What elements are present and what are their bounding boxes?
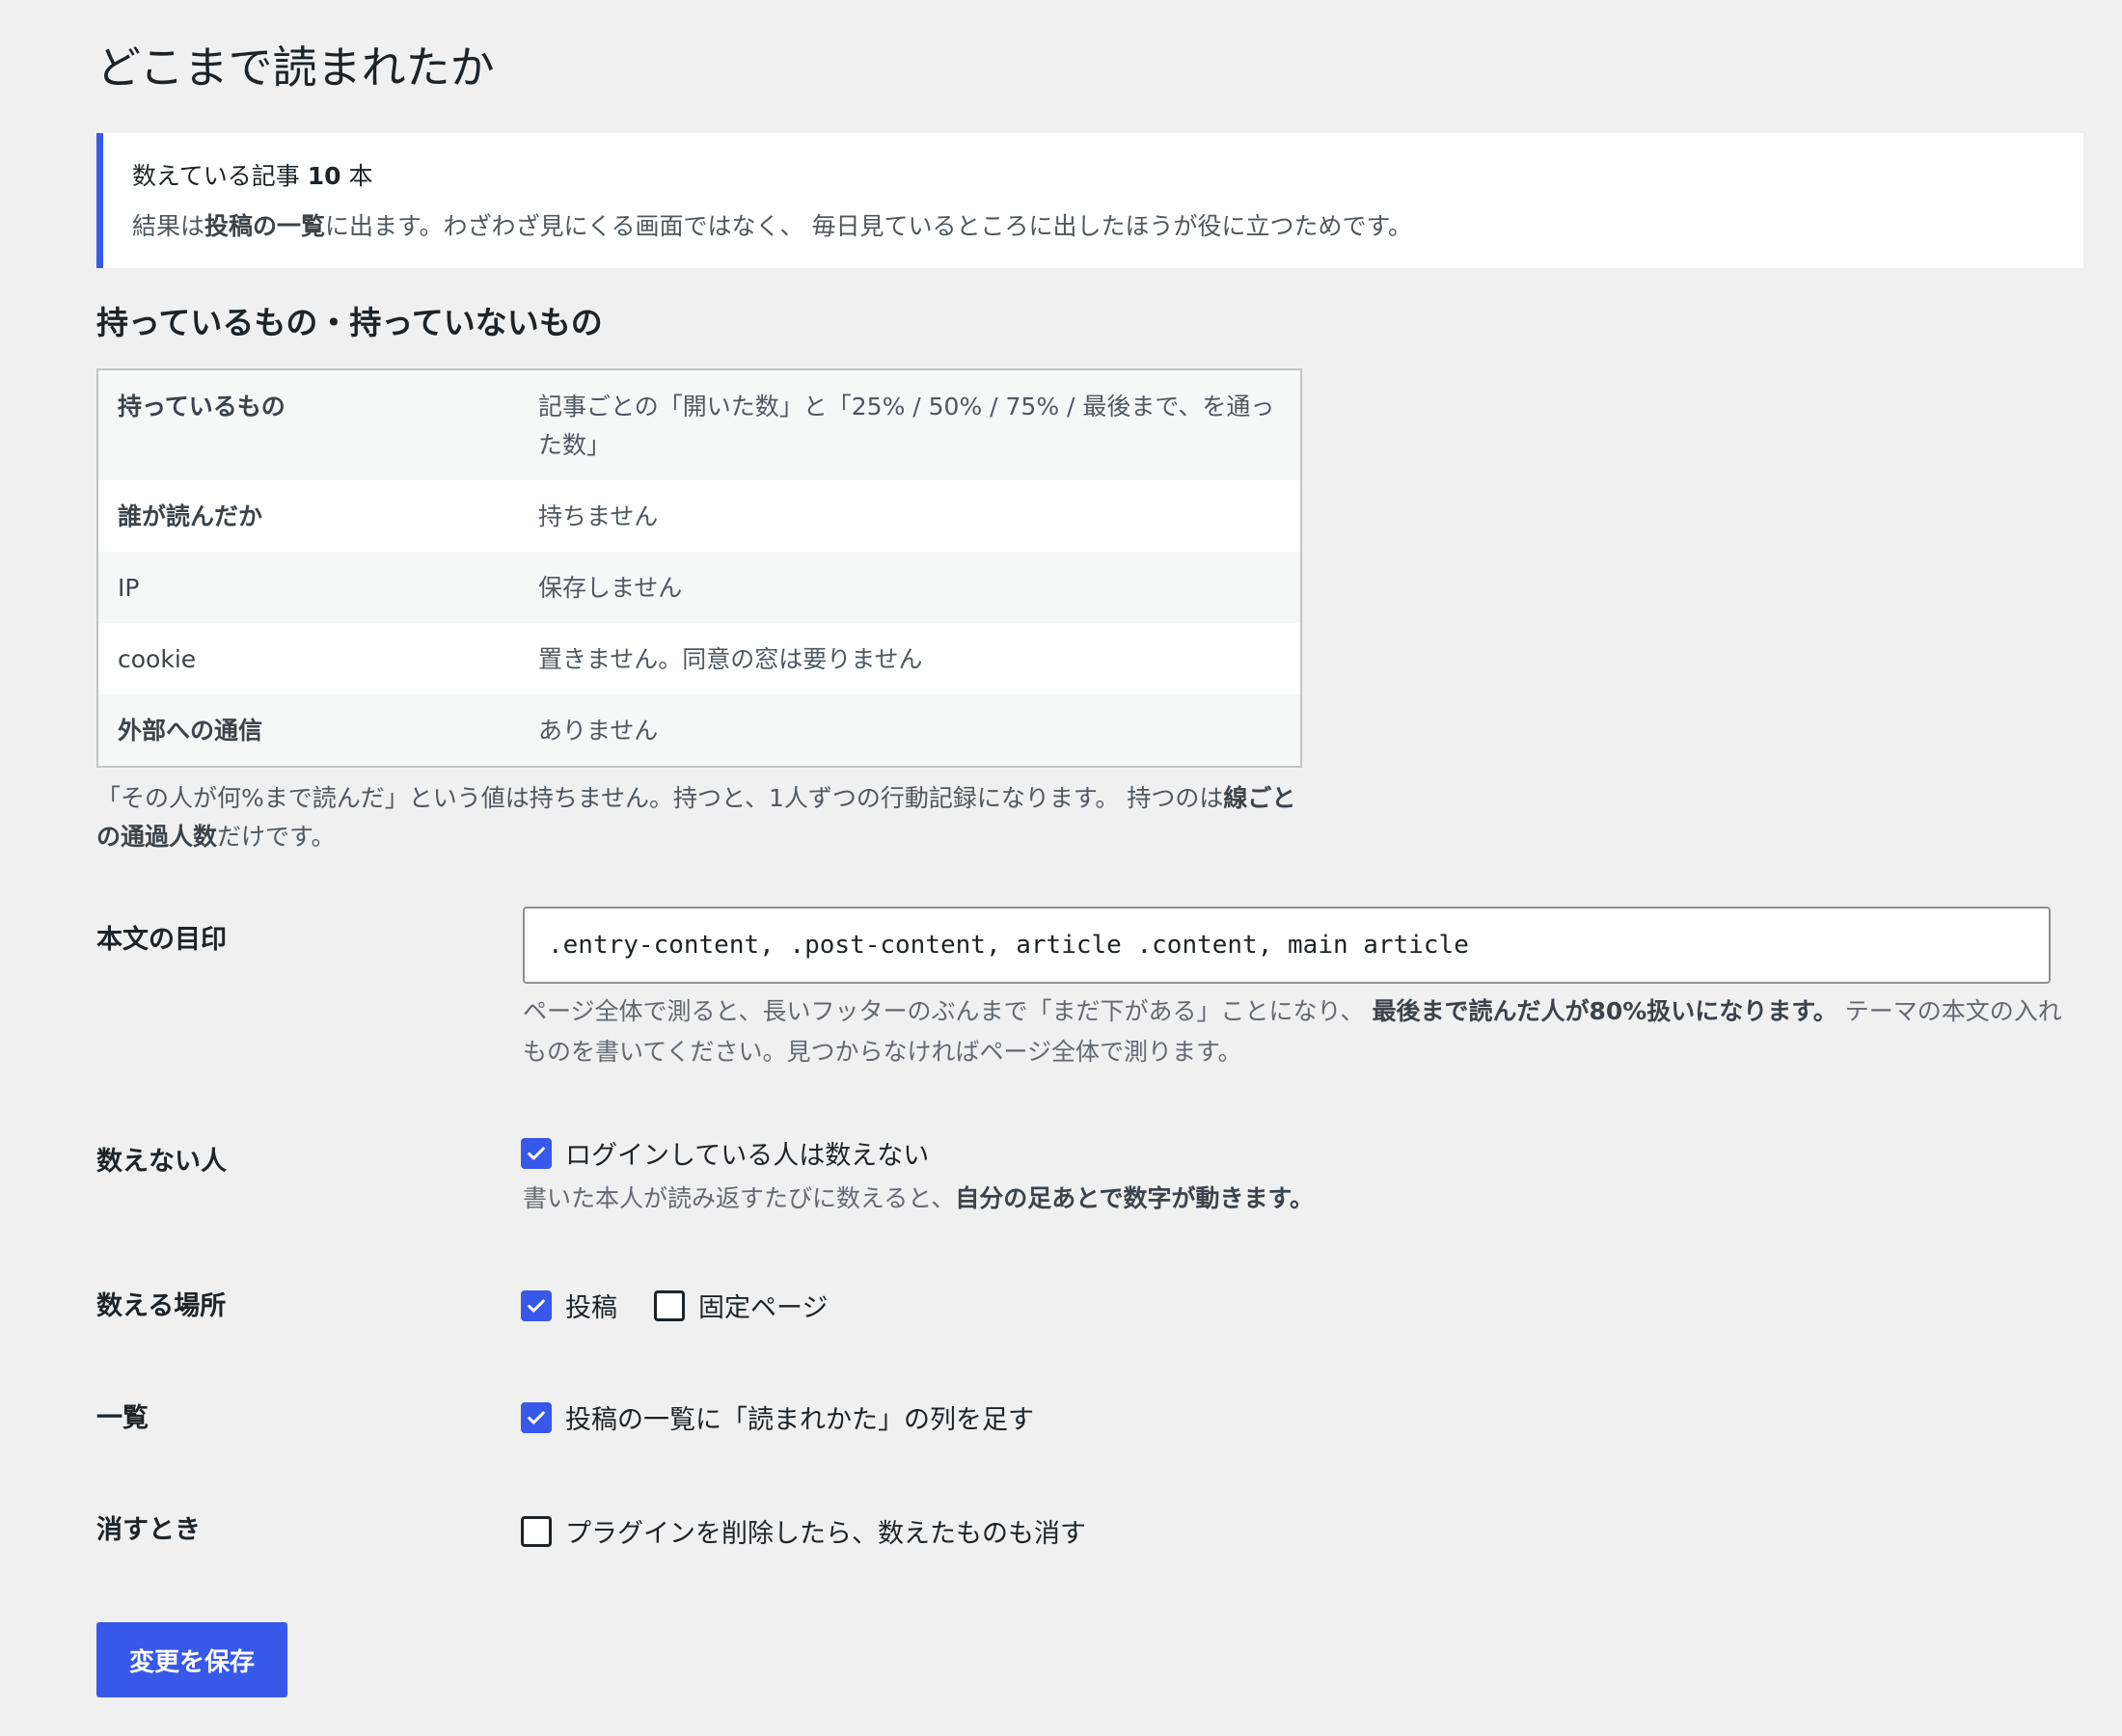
data-table: 持っているもの 記事ごとの「開いた数」と「25% / 50% / 75% / 最… [96, 368, 1302, 768]
table-value: 持ちません [538, 502, 659, 530]
exclude-logged-in-option[interactable]: ログインしている人は数えない [521, 1134, 929, 1172]
locations-label: 数える場所 [96, 1291, 227, 1321]
table-value: 保存しません [538, 574, 683, 602]
exclude-help: 書いた本人が読み返すたびに数えると、自分の足あとで数字が動きます。 [523, 1179, 1314, 1219]
tracked-count: 数えている記事 10 本 [132, 160, 2083, 193]
exclude-logged-in-label[interactable]: ログインしている人は数えない [565, 1134, 929, 1172]
tracked-count-number: 10 [307, 162, 341, 190]
notice-description: 結果は投稿の一覧に出ます。わざわざ見にくる画面ではなく、 毎日見ているところに出… [132, 210, 2083, 243]
list-column-label[interactable]: 投稿の一覧に「読まれかた」の列を足す [565, 1398, 1034, 1436]
location-option-pages[interactable]: 固定ページ [654, 1287, 828, 1324]
exclude-logged-in-checkbox[interactable] [521, 1137, 552, 1169]
location-pages-checkbox[interactable] [654, 1289, 685, 1321]
content-selector-help-bold: 最後まで読んだ人が80%扱いになります。 [1372, 997, 1837, 1025]
tracked-count-prefix: 数えている記事 [132, 162, 308, 190]
settings-page: どこまで読まれたか 数えている記事 10 本 結果は投稿の一覧に出ます。わざわざ… [0, 0, 2122, 1736]
table-value: ありません [538, 717, 659, 745]
uninstall-delete-checkbox[interactable] [521, 1515, 552, 1547]
list-label: 一覧 [96, 1403, 149, 1433]
exclude-label: 数えない人 [96, 1147, 227, 1177]
uninstall-label: 消すとき [96, 1515, 201, 1545]
checkmark-icon [528, 1410, 545, 1424]
list-column-checkbox[interactable] [521, 1401, 552, 1433]
content-selector-help: ページ全体で測ると、長いフッターのぶんまで「まだ下がある」ことになり、 最後まで… [523, 991, 2066, 1072]
table-row: 外部への通信 ありません [98, 694, 1300, 766]
table-row: 持っているもの 記事ごとの「開いた数」と「25% / 50% / 75% / 最… [98, 370, 1300, 480]
table-row: IP 保存しません [98, 552, 1300, 623]
table-note-pre: 「その人が何%まで読んだ」という値は持ちません。持つと、1人ずつの行動記録になり… [96, 784, 1224, 812]
table-row: 誰が読んだか 持ちません [98, 480, 1300, 552]
content-selector-help-pre: ページ全体で測ると、長いフッターのぶんまで「まだ下がある」ことになり、 [523, 997, 1373, 1025]
location-posts-checkbox[interactable] [521, 1289, 552, 1321]
notice-desc-bold: 投稿の一覧 [204, 212, 326, 240]
table-value: 記事ごとの「開いた数」と「25% / 50% / 75% / 最後まで、を通った… [538, 393, 1275, 459]
save-button[interactable]: 変更を保存 [96, 1622, 287, 1697]
table-key: 誰が読んだか [118, 502, 263, 530]
info-notice: 数えている記事 10 本 結果は投稿の一覧に出ます。わざわざ見にくる画面ではなく… [96, 133, 2083, 268]
exclude-help-pre: 書いた本人が読み返すたびに数えると、 [523, 1184, 956, 1212]
table-key: 持っているもの [118, 393, 286, 420]
data-section-heading: 持っているもの・持っていないもの [96, 304, 603, 341]
table-note-post: だけです。 [217, 823, 336, 851]
uninstall-delete-option[interactable]: プラグインを削除したら、数えたものも消す [521, 1512, 1086, 1550]
list-column-option[interactable]: 投稿の一覧に「読まれかた」の列を足す [521, 1398, 1034, 1436]
table-row: cookie 置きません。同意の窓は要りません [98, 623, 1300, 694]
content-selector-label: 本文の目印 [96, 925, 227, 955]
checkmark-icon [528, 1298, 545, 1313]
tracked-count-suffix: 本 [340, 162, 373, 190]
locations-options: 投稿 固定ページ [521, 1287, 864, 1324]
table-key: 外部への通信 [118, 717, 263, 745]
table-key: IP [118, 574, 140, 602]
notice-desc-pre: 結果は [132, 212, 205, 240]
uninstall-delete-label[interactable]: プラグインを削除したら、数えたものも消す [565, 1512, 1086, 1550]
checkmark-icon [528, 1146, 545, 1160]
location-option-posts[interactable]: 投稿 [521, 1287, 617, 1324]
location-pages-label[interactable]: 固定ページ [698, 1287, 828, 1324]
table-value: 置きません。同意の窓は要りません [538, 645, 923, 673]
location-posts-label[interactable]: 投稿 [565, 1287, 617, 1324]
table-key: cookie [118, 645, 197, 673]
table-note: 「その人が何%まで読んだ」という値は持ちません。持つと、1人ずつの行動記録になり… [96, 779, 1312, 856]
page-title: どこまで読まれたか [96, 41, 495, 94]
exclude-help-bold: 自分の足あとで数字が動きます。 [955, 1184, 1315, 1212]
content-selector-input[interactable] [523, 907, 2051, 984]
notice-desc-post: に出ます。わざわざ見にくる画面ではなく、 毎日見ているところに出したほうが役に立… [325, 212, 1412, 240]
